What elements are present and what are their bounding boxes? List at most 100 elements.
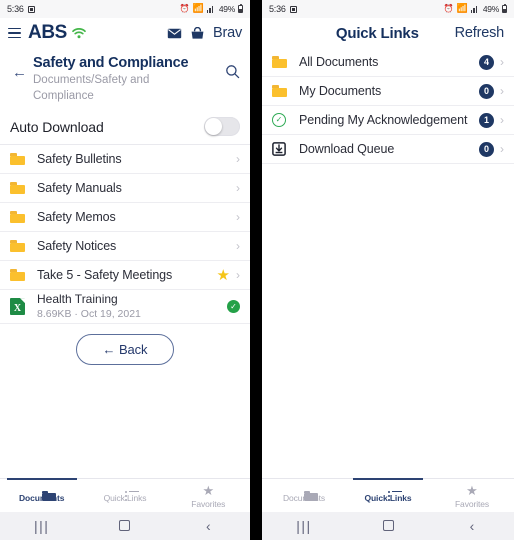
tab-label: Favorites bbox=[191, 499, 226, 509]
list-item-label: Safety Memos bbox=[37, 210, 116, 225]
battery-percent: 49% bbox=[218, 4, 235, 14]
system-recents-button[interactable]: ||| bbox=[262, 518, 346, 534]
list-item-label: Download Queue bbox=[299, 142, 395, 156]
list-item[interactable]: Download Queue 0 › bbox=[262, 135, 514, 164]
chevron-right-icon[interactable]: › bbox=[500, 143, 504, 155]
system-recents-button[interactable]: ||| bbox=[0, 518, 83, 534]
list-item-label: All Documents bbox=[299, 55, 379, 69]
file-tail: ✓ bbox=[227, 300, 240, 314]
screenshot-icon bbox=[27, 5, 35, 13]
toggle-knob bbox=[205, 118, 222, 136]
list-item-tail: ★ › bbox=[217, 268, 240, 283]
tab-documents[interactable]: Documents bbox=[262, 479, 346, 512]
list-item[interactable]: Take 5 - Safety Meetings ★ › bbox=[0, 261, 250, 291]
list-item[interactable]: Safety Bulletins › bbox=[0, 145, 250, 175]
alarm-icon: ⏰ bbox=[443, 4, 454, 13]
quick-links-list: All Documents 4 › My Documents 0 › ✓ Pen… bbox=[262, 48, 514, 164]
home-square-icon bbox=[119, 520, 131, 531]
list-item-tail: › bbox=[236, 182, 240, 194]
list-item[interactable]: ✓ Pending My Acknowledgement 1 › bbox=[262, 106, 514, 135]
list-item-tail: 0 › bbox=[479, 141, 504, 157]
left-content-filler bbox=[0, 365, 250, 478]
folder-icon bbox=[10, 269, 29, 282]
bag-icon[interactable] bbox=[190, 26, 205, 40]
list-item-file[interactable]: X Health Training 8.69KB · Oct 19, 2021 … bbox=[0, 290, 250, 325]
system-nav-bar-left: ||| ‹ bbox=[0, 512, 250, 540]
menu-icon[interactable] bbox=[8, 27, 21, 39]
auto-download-toggle[interactable] bbox=[204, 117, 240, 137]
right-phone-panel: 5:36 ⏰ 📶 49% Quick Links Refresh All Doc… bbox=[262, 0, 514, 540]
list-item-tail: 0 › bbox=[479, 83, 504, 99]
wifi-icon bbox=[72, 27, 86, 39]
chevron-right-icon[interactable]: › bbox=[500, 56, 504, 68]
downloaded-check-icon: ✓ bbox=[227, 300, 240, 314]
page-title: Safety and Compliance bbox=[33, 55, 189, 71]
folder-icon bbox=[272, 56, 291, 68]
list-item-label: Pending My Acknowledgement bbox=[299, 113, 468, 127]
header-back-icon[interactable]: ← bbox=[8, 51, 33, 80]
auto-download-row: Auto Download bbox=[0, 111, 250, 146]
system-back-button[interactable]: ‹ bbox=[430, 518, 514, 534]
status-bar-right: 5:36 ⏰ 📶 49% bbox=[262, 0, 514, 18]
wifi-off-icon: 📶 bbox=[192, 2, 204, 13]
status-time: 5:36 bbox=[7, 4, 24, 14]
star-icon[interactable]: ★ bbox=[217, 268, 230, 283]
excel-file-icon: X bbox=[10, 298, 29, 316]
chevron-right-icon[interactable]: › bbox=[236, 153, 240, 165]
list-item-tail: › bbox=[236, 153, 240, 165]
chevron-right-icon[interactable]: › bbox=[236, 211, 240, 223]
list-item[interactable]: Safety Memos › bbox=[0, 203, 250, 233]
tab-quick-links[interactable]: Quick Links bbox=[346, 478, 430, 512]
right-content-filler bbox=[262, 164, 514, 478]
brand-logo: ABS bbox=[28, 22, 67, 43]
screenshot-stage: 5:36 ⏰ 📶 49% ABS Brav ← Safety and Compl… bbox=[0, 0, 514, 540]
breadcrumb: Documents/Safety and Compliance bbox=[33, 74, 150, 102]
list-item[interactable]: Safety Manuals › bbox=[0, 174, 250, 204]
tab-documents[interactable]: Documents bbox=[0, 478, 83, 512]
search-icon[interactable] bbox=[221, 51, 242, 84]
file-meta: Health Training 8.69KB · Oct 19, 2021 bbox=[37, 292, 141, 322]
chevron-right-icon[interactable]: › bbox=[236, 269, 240, 281]
star-icon: ★ bbox=[202, 483, 215, 498]
list-item-label: Safety Bulletins bbox=[37, 152, 122, 167]
tab-favorites[interactable]: ★ Favorites bbox=[430, 479, 514, 512]
wifi-off-icon: 📶 bbox=[456, 2, 468, 13]
chevron-right-icon[interactable]: › bbox=[500, 114, 504, 126]
file-name: Health Training bbox=[37, 291, 118, 306]
battery-icon bbox=[502, 3, 507, 13]
mail-icon[interactable] bbox=[167, 28, 182, 39]
battery-icon bbox=[238, 3, 243, 13]
battery-percent: 49% bbox=[482, 4, 499, 14]
system-back-button[interactable]: ‹ bbox=[167, 518, 250, 534]
list-item[interactable]: My Documents 0 › bbox=[262, 77, 514, 106]
list-item-label: My Documents bbox=[299, 84, 382, 98]
quick-links-title: Quick Links bbox=[335, 24, 419, 42]
tab-favorites[interactable]: ★ Favorites bbox=[167, 479, 250, 512]
app-bar: ABS Brav bbox=[0, 18, 250, 48]
user-name[interactable]: Brav bbox=[213, 25, 242, 41]
tab-quick-links[interactable]: Quick Links bbox=[83, 479, 166, 512]
folder-icon bbox=[10, 153, 29, 166]
auto-download-label: Auto Download bbox=[10, 118, 104, 135]
folder-list: Safety Bulletins › Safety Manuals › Safe… bbox=[0, 145, 250, 325]
list-item[interactable]: All Documents 4 › bbox=[262, 48, 514, 77]
chevron-right-icon[interactable]: › bbox=[500, 85, 504, 97]
list-item-tail: 1 › bbox=[479, 112, 504, 128]
list-item[interactable]: Safety Notices › bbox=[0, 232, 250, 262]
chevron-right-icon[interactable]: › bbox=[236, 240, 240, 252]
back-button[interactable]: ← Back bbox=[75, 334, 175, 366]
alarm-icon: ⏰ bbox=[179, 4, 190, 13]
back-button-wrap: ← Back bbox=[0, 324, 250, 366]
folder-icon bbox=[10, 182, 29, 195]
chevron-right-icon[interactable]: › bbox=[236, 182, 240, 194]
system-home-button[interactable] bbox=[83, 518, 166, 534]
list-item-label: Safety Manuals bbox=[37, 181, 122, 196]
file-details: 8.69KB · Oct 19, 2021 bbox=[37, 307, 141, 320]
system-home-button[interactable] bbox=[346, 518, 430, 534]
tab-label: Quick Links bbox=[103, 492, 147, 503]
refresh-button[interactable]: Refresh bbox=[455, 25, 505, 41]
quick-links-header: Quick Links Refresh bbox=[262, 18, 514, 48]
list-item-tail: 4 › bbox=[479, 54, 504, 70]
count-badge: 0 bbox=[479, 83, 494, 99]
download-icon bbox=[272, 142, 291, 156]
